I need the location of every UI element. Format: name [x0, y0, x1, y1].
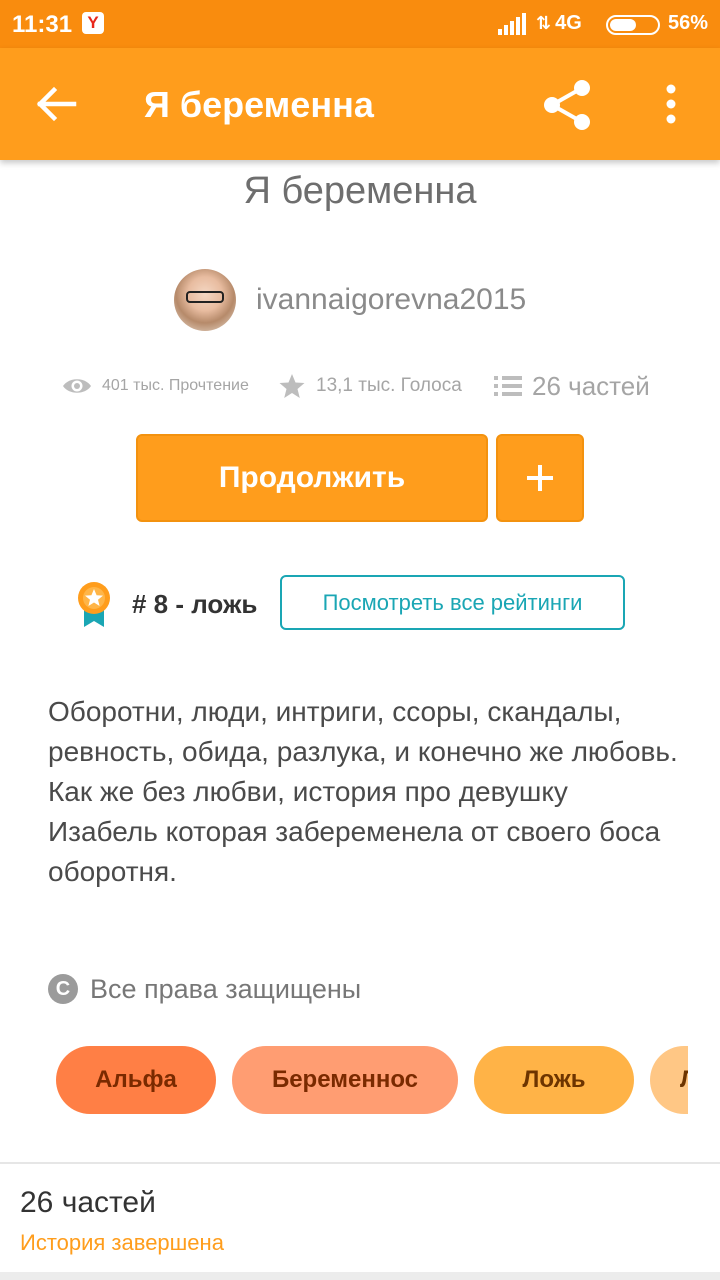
view-all-rankings-button[interactable]: Посмотреть все рейтинги	[280, 575, 625, 630]
votes-count: 13,1 тыс. Голоса	[316, 375, 462, 396]
eye-icon	[63, 379, 91, 393]
app-bar: Я беременна	[0, 48, 720, 160]
story-title: Я беременна	[243, 170, 477, 212]
network-type: 4G	[555, 12, 582, 34]
author-row[interactable]: ivannaigorevna2015	[174, 268, 526, 332]
rank-label: # 8 - ложь	[132, 588, 258, 619]
more-vertical-icon[interactable]	[656, 82, 686, 126]
description-paragraph: Оборотни, люди, интриги, ссоры, скандалы…	[48, 696, 678, 767]
arrow-left-icon[interactable]	[34, 82, 78, 126]
story-description: Оборотни, люди, интриги, ссоры, скандалы…	[48, 692, 678, 892]
signal-icon	[498, 13, 526, 35]
star-icon	[279, 374, 305, 398]
tag-chip[interactable]: Л	[650, 1046, 688, 1114]
table-of-contents-parts[interactable]: 26 частей	[20, 1186, 156, 1220]
tag-chip[interactable]: Альфа	[56, 1046, 216, 1114]
votes-stat: 13,1 тыс. Голоса	[278, 364, 462, 408]
share-icon[interactable]	[540, 78, 594, 132]
data-arrows-icon: ⇅	[536, 13, 552, 33]
plus-icon	[527, 465, 553, 491]
battery-icon	[606, 15, 660, 35]
add-to-library-button[interactable]	[496, 434, 584, 522]
tag-chip[interactable]: Ложь	[474, 1046, 634, 1114]
battery-fill	[610, 19, 636, 31]
tag-list: Альфа Беременнос Ложь Л	[56, 1046, 688, 1114]
rank-row: # 8 - ложь	[76, 574, 257, 634]
divider	[0, 1162, 720, 1164]
network-indicator: ⇅ 4G	[536, 12, 582, 35]
copyright-icon: C	[48, 974, 78, 1004]
status-time: 11:31	[12, 11, 73, 38]
parts-count-stat: 26 частей	[532, 370, 650, 401]
list-icon	[494, 376, 522, 396]
story-status: История завершена	[20, 1230, 224, 1255]
parts-stat: 26 частей	[494, 364, 650, 408]
status-bar: 11:31 Y ⇅ 4G 56%	[0, 0, 720, 48]
battery-percent: 56%	[668, 12, 709, 34]
continue-reading-button[interactable]: Продолжить	[136, 434, 488, 522]
bottom-divider	[0, 1272, 720, 1280]
reads-count: 401 тыс. Прочтение	[102, 377, 249, 394]
tag-chip[interactable]: Беременнос	[232, 1046, 458, 1114]
app-bar-title: Я беременна	[144, 84, 374, 125]
medal-icon	[78, 582, 110, 627]
author-name[interactable]: ivannaigorevna2015	[256, 283, 526, 317]
reads-stat: 401 тыс. Прочтение	[62, 364, 249, 408]
yandex-notification-icon: Y	[82, 12, 104, 34]
description-paragraph: Как же без любви, история про девушку Из…	[48, 776, 661, 887]
story-stats: 401 тыс. Прочтение 13,1 тыс. Голоса 26 ч…	[62, 364, 672, 408]
avatar-glasses	[186, 291, 224, 303]
avatar[interactable]	[174, 269, 236, 331]
copyright-label: Все права защищены	[90, 973, 362, 1004]
copyright-row: C Все права защищены	[48, 970, 361, 1008]
